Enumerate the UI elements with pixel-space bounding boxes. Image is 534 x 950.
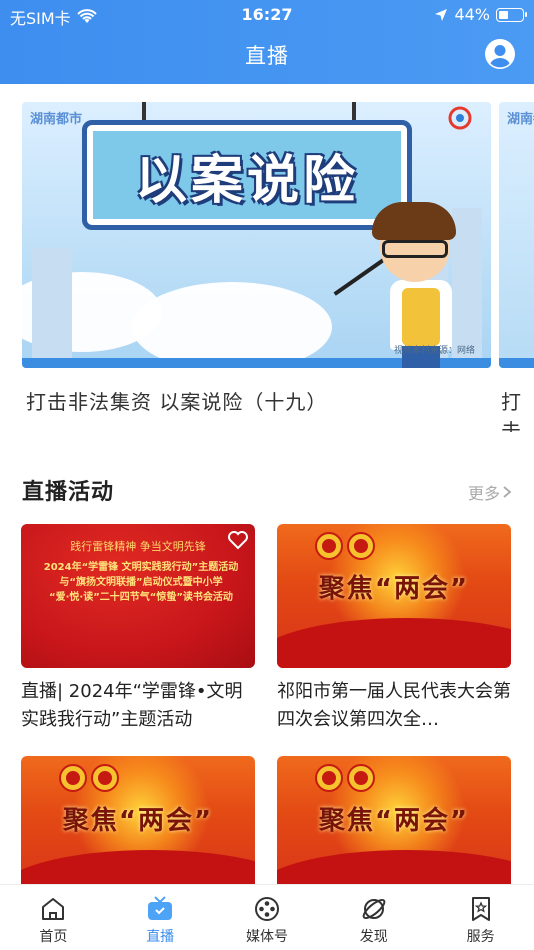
status-bar: 无SIM卡 16:27 44%	[0, 0, 534, 28]
thumb-slogan: 践行雷锋精神 争当文明先锋	[70, 540, 206, 553]
tab-live[interactable]: 直播	[107, 885, 214, 950]
banner-title[interactable]: 打击非法集资 以案说险（十九）	[26, 386, 327, 415]
emblem-icon	[347, 764, 375, 792]
user-profile-icon[interactable]	[484, 38, 516, 70]
cartoon-vest	[402, 288, 440, 346]
live-card[interactable]: 践行雷锋精神 争当文明先锋 2024年“学雷锋 文明实践我行动”主题活动 与“旗…	[21, 524, 255, 734]
banner-sign: 以案说险	[82, 120, 412, 230]
status-right: 44%	[434, 5, 527, 24]
more-label: 更多	[467, 484, 500, 503]
thumb-line: “爱·悦·读”二十四节气“惊蛰”读书会活动	[49, 592, 233, 603]
tab-label: 服务	[466, 929, 495, 945]
tab-label: 首页	[39, 929, 68, 945]
bookmark-star-icon	[471, 897, 490, 921]
live-card[interactable]: 聚焦“两会”	[277, 756, 511, 900]
tab-home[interactable]: 首页	[0, 885, 107, 950]
banner-sign-text: 以案说险	[93, 131, 401, 219]
thumb-line: 2024年“学雷锋 文明实践我行动”主题活动	[43, 562, 239, 573]
banner-logo: 湖南都市	[30, 112, 83, 127]
emblem-icon	[347, 532, 375, 560]
emblem-icon	[315, 764, 343, 792]
emblem-icon	[59, 764, 87, 792]
favorite-heart-icon[interactable]	[227, 530, 249, 550]
card-thumbnail[interactable]: 聚焦“两会”	[21, 756, 255, 900]
card-thumbnail[interactable]: 践行雷锋精神 争当文明先锋 2024年“学雷锋 文明实践我行动”主题活动 与“旗…	[21, 524, 255, 668]
location-arrow-icon	[435, 8, 448, 21]
live-activities-header: 直播活动 更多	[22, 474, 512, 506]
battery-percent: 44%	[454, 5, 490, 24]
ground-strip	[499, 358, 534, 368]
live-card[interactable]: 聚焦“两会” 祁阳市第一届人民代表大会第四次会议第四次全…	[277, 524, 511, 734]
card-title[interactable]: 祁阳市第一届人民代表大会第四次会议第四次全…	[277, 678, 511, 734]
home-icon	[42, 898, 65, 920]
cloud-shape	[132, 282, 332, 368]
battery-icon	[496, 7, 527, 22]
thumb-headline: 聚焦“两会”	[318, 574, 470, 604]
app-header: 无SIM卡 16:27 44% 直播	[0, 0, 534, 84]
section-title: 直播活动	[22, 480, 115, 505]
bottom-tab-bar: 首页 直播 媒体号 发现 服务	[0, 884, 534, 950]
film-reel-icon	[254, 897, 279, 921]
sign-string	[142, 102, 146, 120]
banner-credit: 视频素材来源：网络	[393, 346, 475, 356]
cartoon-hair	[372, 202, 456, 240]
cartoon-glasses	[382, 240, 448, 258]
tab-label: 发现	[359, 929, 388, 945]
sign-string	[352, 102, 356, 120]
thumb-line: 与“旗扬文明联播”启动仪式暨中小学	[59, 577, 223, 588]
emblem-icon	[315, 532, 343, 560]
next-banner-image[interactable]: 湖南都市	[499, 102, 534, 368]
thumb-headline: 聚焦“两会”	[62, 806, 214, 836]
more-link[interactable]: 更多	[468, 480, 512, 504]
tv-icon	[148, 896, 173, 920]
tab-media[interactable]: 媒体号	[214, 885, 321, 950]
building-shape	[32, 248, 72, 358]
emblem-icon	[91, 764, 119, 792]
thumb-headline: 2024年“学雷锋 文明实践我行动”主题活动 与“旗扬文明联播”启动仪式暨中小学…	[41, 560, 241, 605]
banner-image[interactable]: 湖南都市 以案说险 视频素材来源：网络	[22, 102, 491, 368]
next-banner-title[interactable]: 打击	[501, 386, 534, 432]
next-banner-logo: 湖南都市	[507, 112, 534, 127]
thumb-headline: 聚焦“两会”	[318, 806, 470, 836]
tab-label: 直播	[146, 929, 175, 945]
red-wave-shape	[277, 618, 511, 668]
live-card[interactable]: 聚焦“两会”	[21, 756, 255, 900]
tab-label: 媒体号	[245, 929, 288, 945]
tab-service[interactable]: 服务	[427, 885, 534, 950]
channel-logo-icon	[448, 106, 472, 130]
page-title: 直播	[245, 44, 289, 68]
building-shape	[452, 208, 482, 358]
card-thumbnail[interactable]: 聚焦“两会”	[277, 524, 511, 668]
card-title[interactable]: 直播| 2024年“学雷锋•文明实践我行动”主题活动	[21, 678, 255, 734]
battery-level	[499, 10, 509, 19]
planet-icon	[362, 898, 386, 920]
tab-discover[interactable]: 发现	[320, 885, 427, 950]
chevron-right-icon	[503, 486, 512, 498]
banner-carousel[interactable]: 湖南都市 以案说险 视频素材来源：网络 湖南都市 打击非法集资 以案说险（十九）…	[0, 102, 534, 432]
card-thumbnail[interactable]: 聚焦“两会”	[277, 756, 511, 900]
